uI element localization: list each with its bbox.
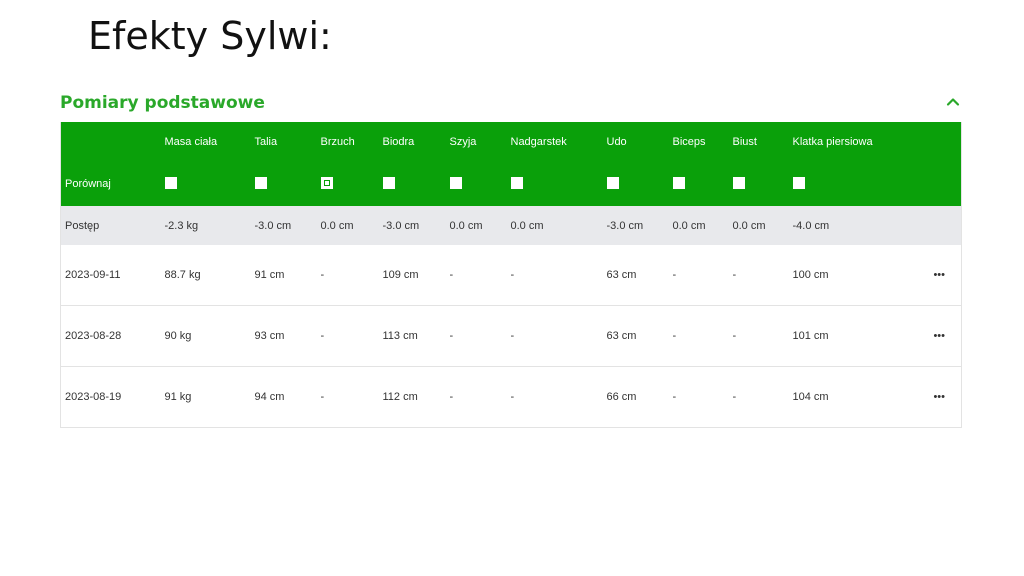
table-cell: 90 kg (160, 305, 251, 367)
row-menu-icon[interactable]: ••• (888, 366, 962, 428)
row-date: 2023-09-11 (60, 245, 161, 306)
progress-cell: 0.0 cm (728, 206, 789, 245)
progress-cell: 0.0 cm (668, 206, 729, 245)
table-cell: 113 cm (378, 305, 446, 367)
table-cell: 66 cm (602, 366, 669, 428)
progress-cell: 0.0 cm (316, 206, 379, 245)
table-cell: 63 cm (602, 245, 669, 306)
compare-checkbox[interactable] (792, 176, 805, 189)
header-empty (60, 122, 161, 162)
table-cell: - (445, 245, 507, 306)
header-cell: Biust (728, 122, 789, 162)
table-row: 2023-09-11 88.7 kg 91 cm - 109 cm - - 63… (60, 245, 962, 306)
table-cell: 104 cm (788, 366, 889, 428)
compare-checkbox[interactable] (510, 176, 523, 189)
table-cell: 101 cm (788, 305, 889, 367)
chevron-up-icon[interactable] (945, 94, 961, 110)
table-cell: - (316, 245, 379, 306)
header-cell: Brzuch (316, 122, 379, 162)
compare-label: Porównaj (60, 162, 161, 206)
progress-label: Postęp (60, 206, 161, 245)
table-cell: 91 cm (250, 245, 317, 306)
header-cell: Biceps (668, 122, 729, 162)
progress-cell: -3.0 cm (250, 206, 317, 245)
table-cell: - (668, 305, 729, 367)
table-cell: 91 kg (160, 366, 251, 428)
table-cell: - (728, 245, 789, 306)
compare-checkbox[interactable] (672, 176, 685, 189)
table-cell: - (728, 305, 789, 367)
compare-row: Porównaj (60, 162, 962, 206)
table-cell: - (316, 305, 379, 367)
row-date: 2023-08-28 (60, 305, 161, 367)
header-cell: Talia (250, 122, 317, 162)
compare-checkbox[interactable] (320, 176, 333, 189)
row-menu-icon[interactable]: ••• (888, 245, 962, 306)
table-cell: - (506, 245, 603, 306)
table-row: 2023-08-19 91 kg 94 cm - 112 cm - - 66 c… (60, 366, 962, 428)
table-cell: 63 cm (602, 305, 669, 367)
header-empty (888, 122, 962, 162)
table-cell: - (668, 245, 729, 306)
header-row: Masa ciała Talia Brzuch Biodra Szyja Nad… (60, 122, 962, 162)
table-cell: - (668, 366, 729, 428)
table-cell: 94 cm (250, 366, 317, 428)
header-cell: Udo (602, 122, 669, 162)
progress-row: Postęp -2.3 kg -3.0 cm 0.0 cm -3.0 cm 0.… (60, 206, 962, 245)
table-cell: 112 cm (378, 366, 446, 428)
table-cell: - (445, 366, 507, 428)
table-cell: 100 cm (788, 245, 889, 306)
progress-cell: 0.0 cm (445, 206, 507, 245)
table-cell: - (506, 305, 603, 367)
progress-cell: -3.0 cm (602, 206, 669, 245)
compare-checkbox[interactable] (732, 176, 745, 189)
progress-cell: -2.3 kg (160, 206, 251, 245)
row-date: 2023-08-19 (60, 366, 161, 428)
slide-title: Efekty Sylwi: (88, 14, 332, 58)
panel-header: Pomiary podstawowe (60, 88, 961, 122)
compare-checkbox[interactable] (164, 176, 177, 189)
progress-cell: 0.0 cm (506, 206, 603, 245)
compare-checkbox[interactable] (606, 176, 619, 189)
header-cell: Klatka piersiowa (788, 122, 889, 162)
table-row: 2023-08-28 90 kg 93 cm - 113 cm - - 63 c… (60, 305, 962, 367)
section-title: Pomiary podstawowe (60, 93, 265, 113)
table-cell: - (728, 366, 789, 428)
measurements-table: Masa ciała Talia Brzuch Biodra Szyja Nad… (60, 122, 962, 428)
header-cell: Masa ciała (160, 122, 251, 162)
table-cell: - (316, 366, 379, 428)
compare-checkbox[interactable] (254, 176, 267, 189)
table-cell: 109 cm (378, 245, 446, 306)
measurements-panel: Pomiary podstawowe Masa ciała Talia Brzu… (60, 88, 962, 428)
header-cell: Biodra (378, 122, 446, 162)
row-menu-icon[interactable]: ••• (888, 305, 962, 367)
header-cell: Nadgarstek (506, 122, 603, 162)
compare-checkbox[interactable] (382, 176, 395, 189)
table-cell: 93 cm (250, 305, 317, 367)
table-cell: 88.7 kg (160, 245, 251, 306)
compare-checkbox[interactable] (449, 176, 462, 189)
table-cell: - (506, 366, 603, 428)
progress-cell: -3.0 cm (378, 206, 446, 245)
table-cell: - (445, 305, 507, 367)
header-cell: Szyja (445, 122, 507, 162)
progress-cell: -4.0 cm (788, 206, 889, 245)
